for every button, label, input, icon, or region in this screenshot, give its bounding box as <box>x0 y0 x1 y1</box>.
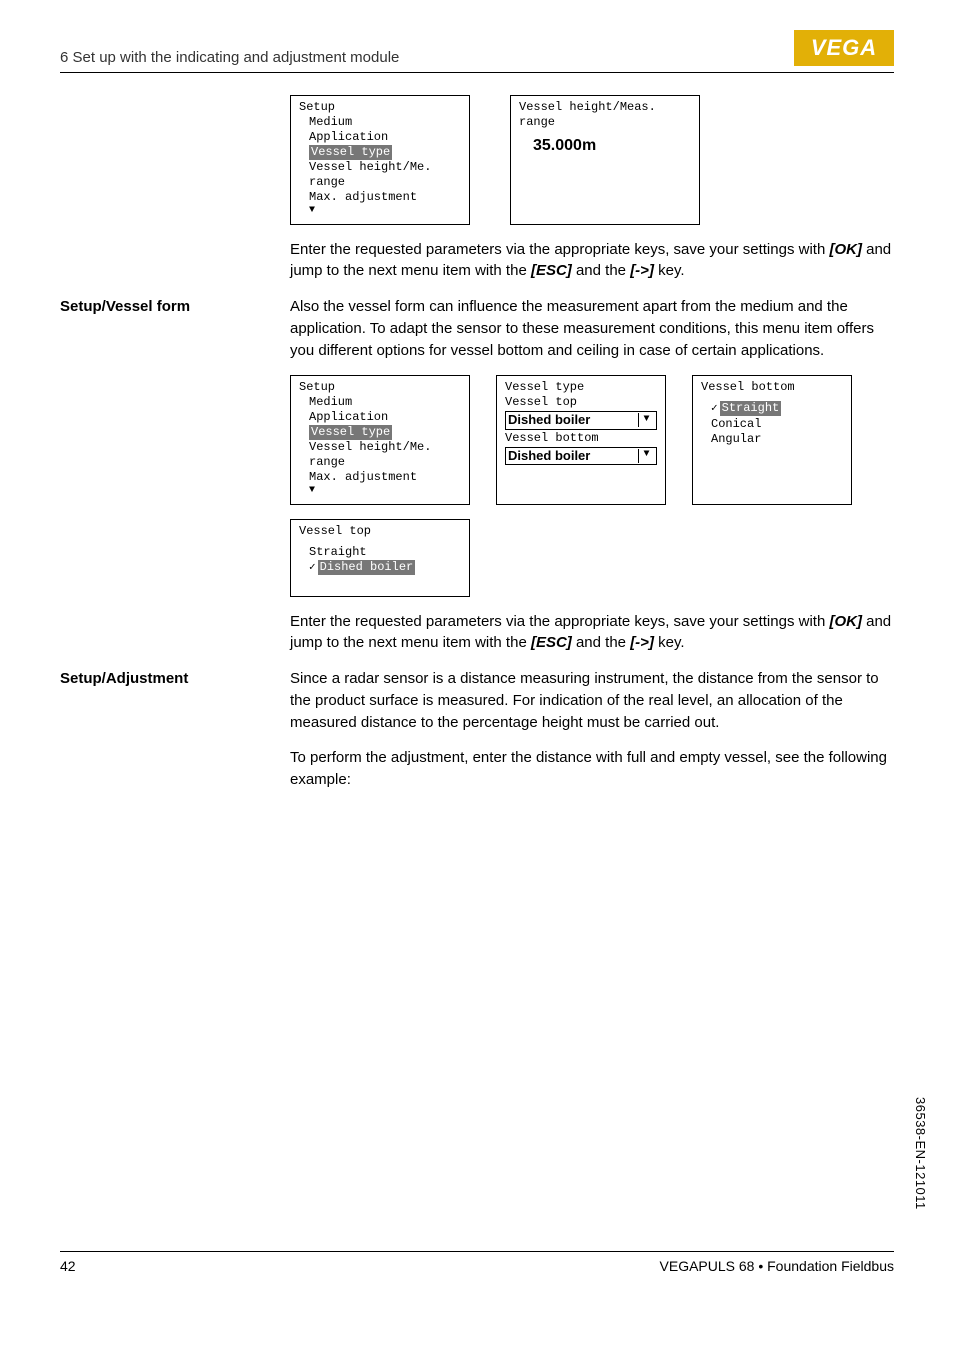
lcd-line: Max. adjustment <box>299 470 461 485</box>
screens-row-2b: Vessel top Straight Dished boiler <box>290 519 894 597</box>
lcd-line: Medium <box>299 115 461 130</box>
left-spacer-1 <box>60 95 270 296</box>
lcd-label: Vessel top <box>505 395 657 410</box>
esc-key: [ESC] <box>531 634 572 651</box>
doc-id-vertical: 36538-EN-121011 <box>913 1097 928 1210</box>
left-label-vessel-form: Setup/Vessel form <box>60 296 270 668</box>
paragraph: Enter the requested parameters via the a… <box>290 611 894 655</box>
paragraph: To perform the adjustment, enter the dis… <box>290 747 894 791</box>
lcd-option-selected: Dished boiler <box>299 560 461 576</box>
block-1: Setup Medium Application Vessel type Ves… <box>60 95 894 296</box>
dropdown-value: Dished boiler <box>508 448 590 464</box>
page-footer: 42 VEGAPULS 68 • Foundation Fieldbus <box>60 1251 894 1274</box>
lcd-title: Vessel height/Meas. range <box>519 100 691 130</box>
lcd-title: Vessel type <box>505 380 657 395</box>
screens-row-2a: Setup Medium Application Vessel type Ves… <box>290 375 894 505</box>
lcd-line: Vessel height/Me. range <box>299 440 461 470</box>
vega-logo-text: VEGA <box>794 30 894 66</box>
lcd-vessel-type: Vessel type Vessel top Dished boiler ▼ V… <box>496 375 666 505</box>
lcd-option: Angular <box>701 432 843 447</box>
lcd-value: 35.000m <box>519 130 691 156</box>
paragraph: Also the vessel form can influence the m… <box>290 296 894 361</box>
section-title: 6 Set up with the indicating and adjustm… <box>60 49 399 66</box>
paragraph: Since a radar sensor is a distance measu… <box>290 668 894 733</box>
lcd-vessel-top: Vessel top Straight Dished boiler <box>290 519 470 597</box>
lcd-meas-range: Vessel height/Meas. range 35.000m <box>510 95 700 225</box>
lcd-label: Vessel bottom <box>505 431 657 446</box>
dropdown-value: Dished boiler <box>508 412 590 428</box>
screens-row-1: Setup Medium Application Vessel type Ves… <box>290 95 894 225</box>
page-header: 6 Set up with the indicating and adjustm… <box>60 30 894 73</box>
down-arrow-icon: ▼ <box>299 205 461 218</box>
ok-key: [OK] <box>829 613 862 630</box>
dropdown-vessel-top[interactable]: Dished boiler ▼ <box>505 411 657 429</box>
lcd-line-highlighted: Vessel type <box>299 425 461 440</box>
lcd-line: Application <box>299 130 461 145</box>
lcd-setup-2: Setup Medium Application Vessel type Ves… <box>290 375 470 505</box>
lcd-setup-1: Setup Medium Application Vessel type Ves… <box>290 95 470 225</box>
block-2: Setup/Vessel form Also the vessel form c… <box>60 296 894 668</box>
ok-key: [OK] <box>829 241 862 258</box>
block-3: Setup/Adjustment Since a radar sensor is… <box>60 668 894 805</box>
lcd-option: Straight <box>299 545 461 560</box>
lcd-line-highlighted: Vessel type <box>299 145 461 160</box>
paragraph: Enter the requested parameters via the a… <box>290 239 894 283</box>
dropdown-vessel-bottom[interactable]: Dished boiler ▼ <box>505 447 657 465</box>
lcd-title: Vessel top <box>299 524 461 539</box>
left-label-adjustment: Setup/Adjustment <box>60 668 270 805</box>
lcd-option: Conical <box>701 417 843 432</box>
arrow-key: [->] <box>630 262 654 279</box>
page-number: 42 <box>60 1258 76 1274</box>
lcd-line: Vessel height/Me. range <box>299 160 461 190</box>
vega-logo: VEGA <box>794 30 894 66</box>
lcd-line: Application <box>299 410 461 425</box>
lcd-line: Medium <box>299 395 461 410</box>
lcd-title: Vessel bottom <box>701 380 843 395</box>
lcd-title: Setup <box>299 100 461 115</box>
product-name: VEGAPULS 68 • Foundation Fieldbus <box>660 1258 894 1274</box>
right-col-3: Since a radar sensor is a distance measu… <box>290 668 894 805</box>
right-col-1: Setup Medium Application Vessel type Ves… <box>290 95 894 296</box>
right-col-2: Also the vessel form can influence the m… <box>290 296 894 668</box>
esc-key: [ESC] <box>531 262 572 279</box>
arrow-key: [->] <box>630 634 654 651</box>
lcd-line: Max. adjustment <box>299 190 461 205</box>
lcd-option-selected: Straight <box>701 401 843 417</box>
chevron-down-icon: ▼ <box>638 413 654 427</box>
chevron-down-icon: ▼ <box>638 449 654 463</box>
down-arrow-icon: ▼ <box>299 485 461 498</box>
lcd-title: Setup <box>299 380 461 395</box>
lcd-vessel-bottom: Vessel bottom Straight Conical Angular <box>692 375 852 505</box>
